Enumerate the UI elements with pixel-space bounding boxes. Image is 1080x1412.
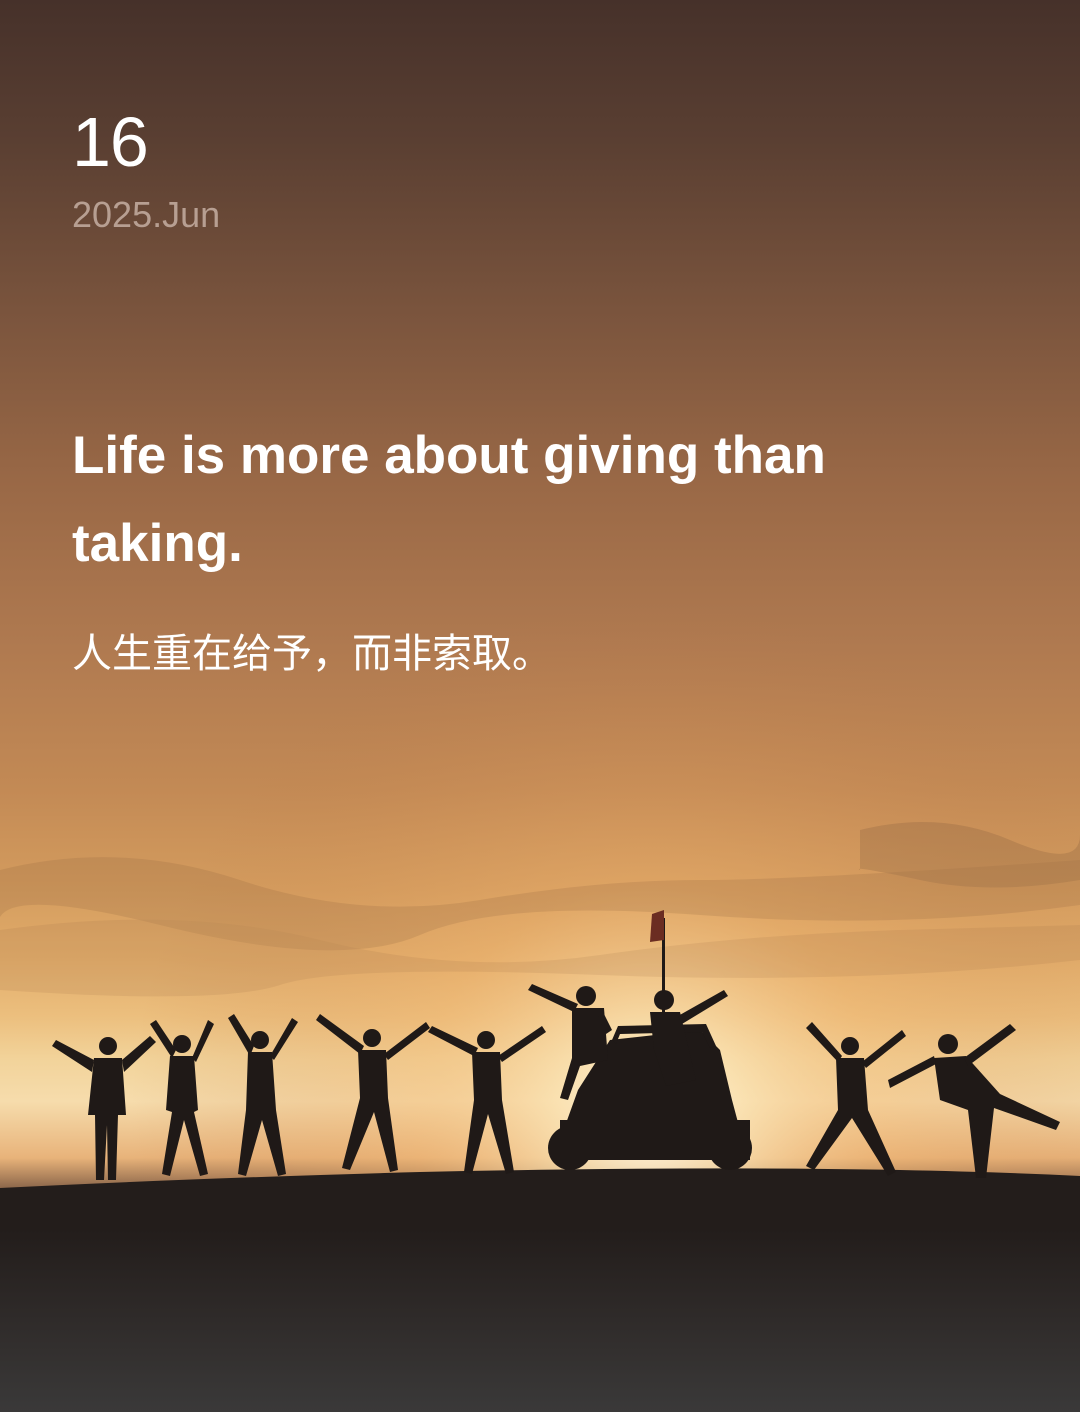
person-silhouette — [52, 1036, 156, 1180]
person-silhouette — [888, 1024, 1060, 1178]
buggy-silhouette — [548, 910, 752, 1170]
people-silhouettes — [52, 910, 1060, 1180]
person-silhouette — [650, 990, 728, 1086]
person-silhouette — [228, 1014, 298, 1176]
person-silhouette — [528, 984, 612, 1100]
clouds — [0, 822, 1080, 997]
quote-english: Life is more about giving than taking. — [72, 426, 826, 573]
date-year-month: 2025.Jun — [72, 194, 221, 235]
person-silhouette — [806, 1022, 906, 1176]
person-silhouette — [316, 1014, 430, 1172]
quote-chinese: 人生重在给予，而非索取。 — [72, 631, 552, 677]
person-silhouette — [428, 1026, 546, 1174]
date-day: 16 — [72, 103, 149, 181]
bottom-fade — [0, 1230, 1080, 1412]
person-silhouette — [150, 1020, 214, 1176]
daily-quote-card: 16 2025.Jun Life is more about giving th… — [0, 0, 1080, 1412]
